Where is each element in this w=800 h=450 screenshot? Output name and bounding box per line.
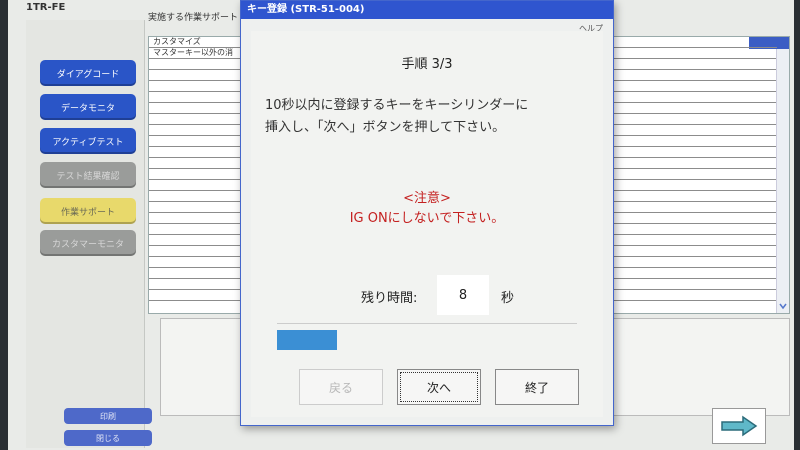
instruction-text: 10秒以内に登録するキーをキーシリンダーに 挿入し、「次へ」ボタンを押して下さい… xyxy=(265,95,528,139)
next-button[interactable]: 次へ xyxy=(397,369,481,405)
next-arrow-button[interactable] xyxy=(712,408,766,444)
caution-text: IG ONにしないで下さい。 xyxy=(349,211,505,226)
sidebar-item-diag-code[interactable]: ダイアグコード xyxy=(40,60,136,86)
progress-fill xyxy=(277,330,337,350)
finish-button[interactable]: 終了 xyxy=(495,369,579,405)
instruction-line-2: 挿入し、「次へ」ボタンを押して下さい。 xyxy=(265,120,506,135)
caution-block: <注意> IG ONにしないで下さい。 xyxy=(251,189,603,229)
dialog-title: キー登録 (STR-51-004) xyxy=(241,1,613,19)
remaining-time-value: 8 xyxy=(437,275,489,315)
dialog-body: 手順 3/3 10秒以内に登録するキーをキーシリンダーに 挿入し、「次へ」ボタン… xyxy=(251,31,603,417)
app-screen: 1TR-FE ダイアグコード データモニタ アクティブテスト テスト結果確認 作… xyxy=(8,0,794,450)
remaining-time-label: 残り時間: xyxy=(361,291,418,306)
print-button[interactable]: 印刷 xyxy=(64,408,152,424)
close-button[interactable]: 閉じる xyxy=(64,430,152,446)
back-button[interactable]: 戻る xyxy=(299,369,383,405)
arrow-right-icon xyxy=(721,415,758,437)
progress-bar xyxy=(277,323,577,354)
app-title: 1TR-FE xyxy=(26,2,66,13)
list-scrollbar[interactable] xyxy=(776,49,789,313)
sidebar-item-data-monitor[interactable]: データモニタ xyxy=(40,94,136,120)
sidebar-item-test-result[interactable]: テスト結果確認 xyxy=(40,162,136,188)
sidebar: ダイアグコード データモニタ アクティブテスト テスト結果確認 作業サポート カ… xyxy=(26,20,152,448)
sidebar-item-work-support[interactable]: 作業サポート xyxy=(40,198,136,224)
sidebar-item-customer-monitor[interactable]: カスタマーモニタ xyxy=(40,230,136,256)
key-registration-dialog: キー登録 (STR-51-004) ヘルプ 手順 3/3 10秒以内に登録するキ… xyxy=(240,0,614,426)
remaining-time-unit: 秒 xyxy=(501,291,515,306)
step-indicator: 手順 3/3 xyxy=(401,57,453,72)
instruction-line-1: 10秒以内に登録するキーをキーシリンダーに xyxy=(265,98,529,113)
sidebar-item-active-test[interactable]: アクティブテスト xyxy=(40,128,136,154)
main-label: 実施する作業サポート xyxy=(148,13,239,23)
caution-title: <注意> xyxy=(403,191,451,206)
scroll-down-icon[interactable] xyxy=(777,301,789,311)
